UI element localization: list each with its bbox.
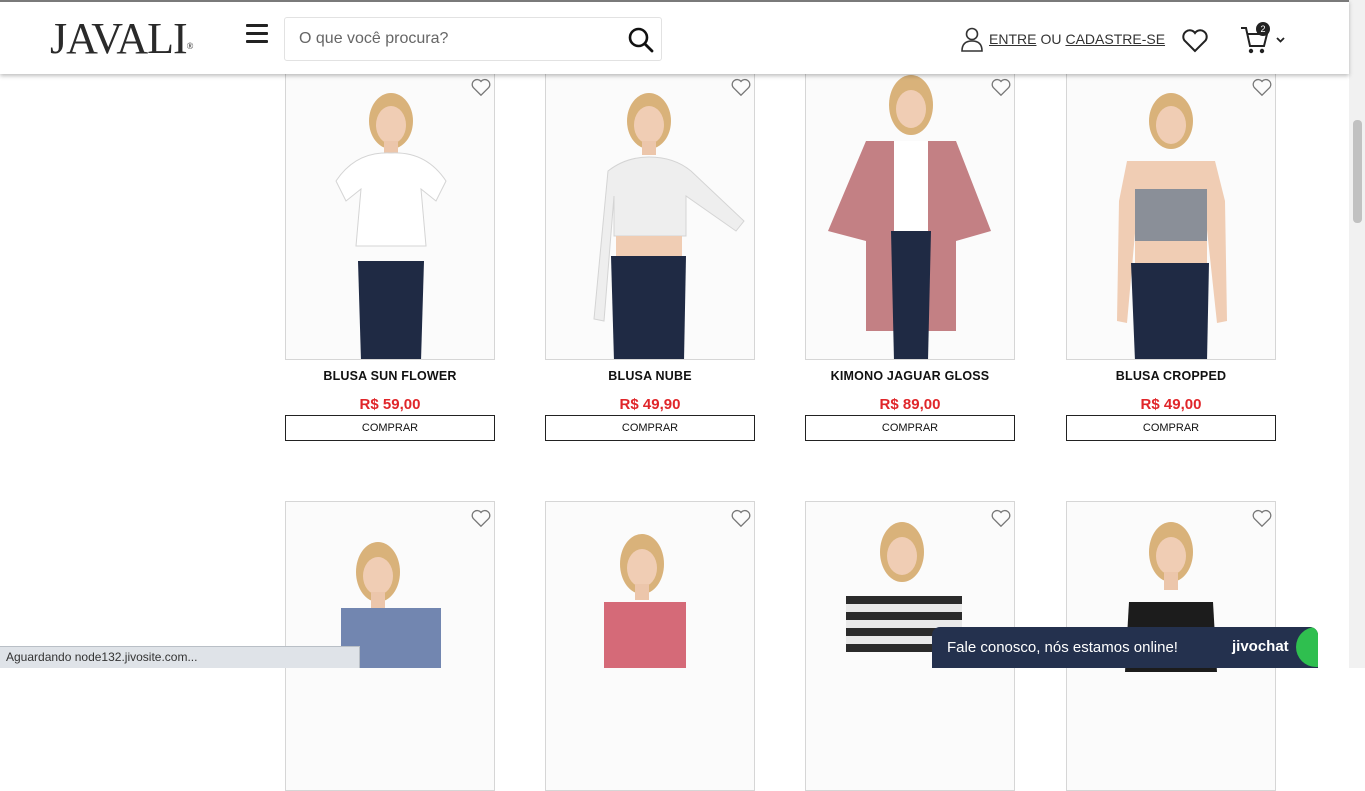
product-card — [545, 501, 755, 791]
product-card: BLUSA CROPPED R$ 49,00 COMPRAR — [1066, 70, 1276, 441]
account-links: ENTRE OU CADASTRE-SE — [960, 26, 1165, 52]
scrollbar-thumb[interactable] — [1353, 120, 1362, 223]
search-box — [284, 17, 662, 61]
product-card: KIMONO JAGUAR GLOSS R$ 89,00 COMPRAR — [805, 70, 1015, 441]
product-image[interactable] — [1066, 70, 1276, 360]
product-name[interactable]: BLUSA CROPPED — [1066, 369, 1276, 383]
logo-registered-mark: ® — [186, 41, 194, 51]
model-photo — [806, 71, 1014, 359]
buy-button[interactable]: COMPRAR — [805, 415, 1015, 441]
product-price: R$ 59,00 — [359, 396, 421, 413]
heart-icon[interactable] — [990, 507, 1012, 529]
browser-status-bar: Aguardando node132.jivosite.com... — [0, 646, 360, 668]
product-image[interactable] — [545, 70, 755, 360]
model-photo — [286, 71, 494, 359]
search-input[interactable] — [285, 18, 615, 60]
chat-bubble-icon[interactable] — [1296, 627, 1318, 667]
product-card: BLUSA SUN FLOWER R$ 59,00 COMPRAR — [285, 70, 495, 441]
model-photo — [546, 502, 754, 790]
login-link[interactable]: ENTRE — [989, 31, 1036, 47]
product-image[interactable] — [805, 70, 1015, 360]
chat-widget[interactable]: Fale conosco, nós estamos online! jivoch… — [932, 627, 1318, 668]
logo-text: JAVALI — [50, 14, 188, 63]
heart-icon[interactable] — [730, 507, 752, 529]
product-name[interactable]: BLUSA NUBE — [545, 369, 755, 383]
heart-icon[interactable] — [1251, 76, 1273, 98]
buy-button[interactable]: COMPRAR — [545, 415, 755, 441]
heart-icon[interactable] — [470, 507, 492, 529]
product-name[interactable]: BLUSA SUN FLOWER — [285, 369, 495, 383]
model-photo — [1067, 71, 1275, 359]
chat-brand: jivochat — [1232, 638, 1289, 655]
site-logo[interactable]: JAVALI® — [50, 14, 194, 75]
chat-message: Fale conosco, nós estamos online! — [947, 639, 1178, 656]
site-header: JAVALI® ENTRE OU CADASTRE-SE 2 — [0, 0, 1349, 74]
or-label: OU — [1040, 31, 1062, 47]
buy-button[interactable]: COMPRAR — [285, 415, 495, 441]
model-photo — [546, 71, 754, 359]
user-icon[interactable] — [960, 26, 984, 52]
product-card: BLUSA NUBE R$ 49,90 COMPRAR — [545, 70, 755, 441]
product-price: R$ 49,00 — [1140, 396, 1202, 413]
cart-count-badge: 2 — [1256, 22, 1270, 36]
product-name[interactable]: KIMONO JAGUAR GLOSS — [805, 369, 1015, 383]
product-image[interactable] — [285, 70, 495, 360]
search-icon[interactable] — [627, 26, 655, 54]
heart-icon[interactable] — [470, 76, 492, 98]
buy-button[interactable]: COMPRAR — [1066, 415, 1276, 441]
cart-button[interactable]: 2 — [1240, 22, 1290, 56]
product-image[interactable] — [545, 501, 755, 791]
product-price: R$ 89,00 — [879, 396, 941, 413]
heart-icon[interactable] — [730, 76, 752, 98]
wishlist-heart-icon[interactable] — [1181, 27, 1209, 53]
hamburger-menu-icon[interactable] — [246, 24, 268, 46]
product-price: R$ 49,90 — [619, 396, 681, 413]
register-link[interactable]: CADASTRE-SE — [1065, 31, 1165, 47]
heart-icon[interactable] — [990, 76, 1012, 98]
page-scrollbar[interactable] — [1349, 0, 1365, 668]
heart-icon[interactable] — [1251, 507, 1273, 529]
